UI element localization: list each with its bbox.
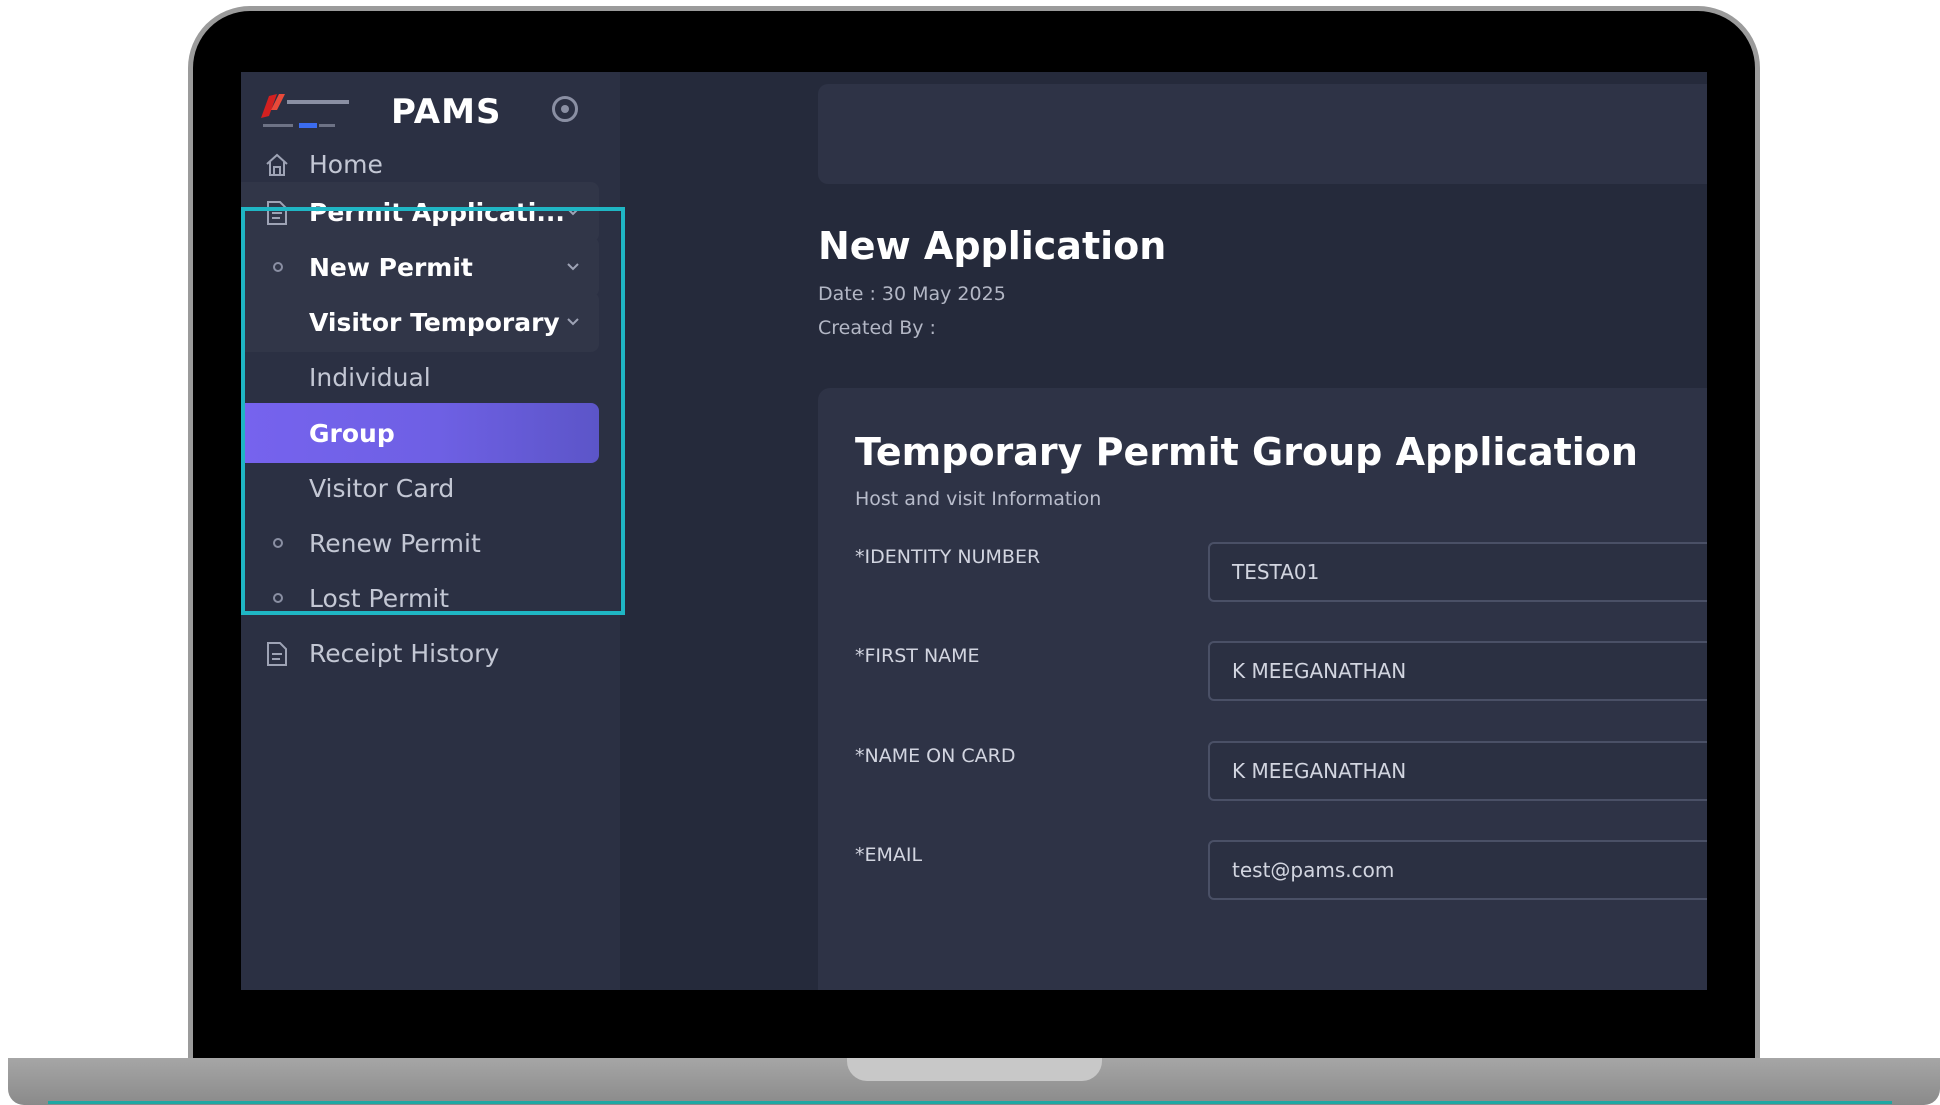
sidebar-item-receipt-history[interactable]: Receipt History — [241, 623, 599, 683]
email-field[interactable]: test@pams.com — [1208, 840, 1707, 900]
page-title: New Application — [818, 224, 1167, 268]
identity-number-field[interactable]: TESTA01 — [1208, 542, 1707, 602]
sidebar-item-label: Renew Permit — [309, 528, 481, 558]
created-by: Created By : — [818, 317, 936, 339]
sidebar-item-label: Individual — [309, 362, 431, 392]
laptop-base-accent — [48, 1101, 1892, 1104]
top-bar — [818, 84, 1707, 184]
document-icon — [267, 201, 287, 225]
document-icon — [267, 642, 287, 666]
sidebar-item-label: Receipt History — [309, 638, 500, 668]
identity-number-label: *IDENTITY NUMBER — [855, 546, 1041, 568]
chevron-down-icon — [567, 318, 579, 326]
application-form-card: Temporary Permit Group Application Host … — [818, 388, 1707, 990]
first-name-label: *FIRST NAME — [855, 645, 980, 667]
sidebar: PAMS Home Permit Applicati... New Permit… — [241, 72, 625, 990]
sidebar-item-lost-permit[interactable]: Lost Permit — [241, 568, 599, 628]
sidebar-item-visitor-card[interactable]: Visitor Card — [241, 458, 599, 518]
circle-bullet-icon — [273, 593, 283, 603]
sidebar-toggle-icon[interactable] — [552, 96, 578, 122]
app-name: PAMS — [391, 92, 502, 132]
application-date: Date : 30 May 2025 — [818, 283, 1006, 305]
email-label: *EMAIL — [855, 844, 923, 866]
sidebar-item-label: New Permit — [309, 252, 473, 282]
sidebar-item-permit-application[interactable]: Permit Applicati... — [241, 182, 599, 242]
circle-bullet-icon — [273, 262, 283, 272]
company-logo-icon — [261, 94, 349, 128]
sidebar-item-label: Visitor Temporary — [309, 307, 560, 337]
sidebar-item-label: Lost Permit — [309, 583, 450, 613]
name-on-card-label: *NAME ON CARD — [855, 745, 1016, 767]
sidebar-item-label: Visitor Card — [309, 473, 455, 503]
sidebar-item-individual[interactable]: Individual — [241, 347, 599, 407]
brand: PAMS — [259, 82, 501, 142]
sidebar-item-label: Permit Applicati... — [309, 197, 565, 227]
name-on-card-field[interactable]: K MEEGANATHAN — [1208, 741, 1707, 801]
first-name-field[interactable]: K MEEGANATHAN — [1208, 641, 1707, 701]
sidebar-item-group[interactable]: Group — [241, 403, 599, 463]
sidebar-item-label: Home — [309, 149, 383, 179]
sidebar-item-renew-permit[interactable]: Renew Permit — [241, 513, 599, 573]
app-screen: PAMS Home Permit Applicati... New Permit… — [241, 72, 1707, 990]
laptop-notch — [847, 1058, 1102, 1081]
form-subtitle: Host and visit Information — [855, 488, 1102, 510]
sidebar-item-new-permit[interactable]: New Permit — [241, 237, 599, 297]
sidebar-item-label: Group — [309, 418, 395, 448]
form-title: Temporary Permit Group Application — [855, 430, 1638, 474]
chevron-down-icon — [567, 208, 579, 216]
chevron-down-icon — [567, 263, 579, 271]
circle-bullet-icon — [273, 538, 283, 548]
sidebar-item-visitor-temporary[interactable]: Visitor Temporary — [241, 292, 599, 352]
home-icon — [266, 153, 288, 176]
